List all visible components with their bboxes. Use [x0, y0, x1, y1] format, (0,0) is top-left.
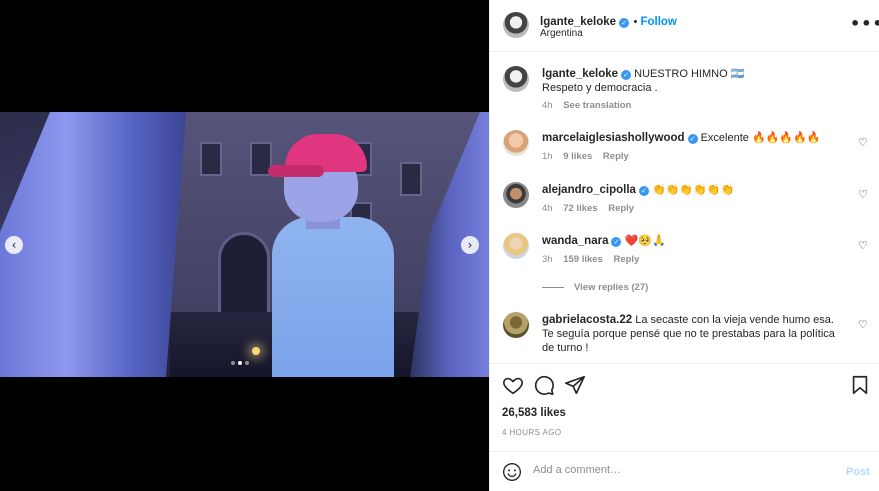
carousel-dot [245, 361, 249, 365]
photo-column-left [0, 112, 186, 377]
like-heart-icon[interactable] [502, 374, 524, 396]
comment-likes[interactable]: 72 likes [563, 203, 597, 214]
comment-avatar[interactable] [503, 233, 529, 259]
post-actions: 26,583 likes 4 HOURS AGO Post [490, 363, 879, 491]
comment-likes[interactable]: 9 likes [563, 151, 592, 162]
emoji-icon[interactable] [502, 462, 522, 482]
view-replies-line [542, 287, 564, 288]
caption-text-line2: Respeto y democracia . [542, 82, 658, 94]
caption-username[interactable]: lgante_keloke [542, 68, 618, 80]
comment-time[interactable]: 1h [542, 151, 553, 162]
verified-badge-icon: ✓ [611, 237, 622, 247]
comment-item: wanda_nara ✓ ❤️🥺🙏 3h 159 likes Reply ♡ Vi… [490, 231, 879, 297]
author-username[interactable]: lgante_keloke [540, 16, 616, 28]
view-replies[interactable]: View replies (27) [542, 282, 648, 293]
post-timestamp[interactable]: 4 HOURS AGO [502, 428, 562, 437]
street-lamp [252, 347, 260, 355]
post-location[interactable]: Argentina [540, 28, 583, 39]
comment-time[interactable]: 4h [542, 203, 553, 214]
comment-item: marcelaiglesiashollywood ✓ Excelente 🔥🔥🔥🔥… [490, 128, 879, 168]
carousel-dot-active [238, 361, 242, 365]
comment-reply-button[interactable]: Reply [613, 254, 639, 265]
verified-badge-icon: ✓ [687, 134, 698, 144]
carousel-prev-button[interactable]: ‹ [5, 236, 23, 254]
comment-username[interactable]: alejandro_cipolla [542, 184, 636, 196]
photo-person-cap-brim [268, 165, 324, 177]
comment-bubble-icon[interactable] [533, 374, 555, 396]
photo-person-body [272, 217, 394, 377]
carousel-dots [231, 361, 249, 365]
view-replies-button[interactable]: View replies (27) [574, 282, 648, 293]
caption-text-line1: NUESTRO HIMNO 🇦🇷 [634, 68, 745, 80]
add-comment-bar: Post [490, 451, 879, 491]
comment-text: 👏👏👏👏👏👏 [652, 184, 735, 196]
more-options-icon[interactable]: ••• [850, 14, 879, 33]
comment-item: gabrielacosta.22 La secaste con la vieja… [490, 310, 879, 360]
like-comment-heart-icon[interactable]: ♡ [858, 318, 868, 331]
carousel-next-button[interactable]: › [461, 236, 479, 254]
comment-avatar[interactable] [503, 312, 529, 338]
follow-button[interactable]: Follow [640, 16, 676, 28]
comment-username[interactable]: marcelaiglesiashollywood [542, 132, 685, 144]
comment-reply-button[interactable]: Reply [608, 203, 634, 214]
caption-avatar[interactable] [503, 66, 529, 92]
carousel-dot [231, 361, 235, 365]
like-comment-heart-icon[interactable]: ♡ [858, 136, 868, 149]
comment-time[interactable]: 3h [542, 254, 553, 265]
comment-item: alejandro_cipolla ✓ 👏👏👏👏👏👏 4h 72 likes Re… [490, 180, 879, 220]
comment-username[interactable]: gabrielacosta.22 [542, 314, 632, 326]
comment-username[interactable]: wanda_nara [542, 235, 608, 247]
post-header: lgante_keloke✓ • Follow Argentina ••• [490, 0, 879, 52]
comment-avatar[interactable] [503, 130, 529, 156]
comment-text: ❤️🥺🙏 [624, 235, 666, 247]
author-avatar[interactable] [503, 12, 529, 38]
comment-input[interactable] [533, 464, 833, 476]
comment-text: Excelente 🔥🔥🔥🔥🔥 [700, 132, 821, 144]
comment-avatar[interactable] [503, 182, 529, 208]
comment-reply-button[interactable]: Reply [603, 151, 629, 162]
caption-time[interactable]: 4h [542, 100, 553, 111]
post-panel: lgante_keloke✓ • Follow Argentina ••• lg… [489, 0, 879, 491]
post-likes-count[interactable]: 26,583 likes [502, 407, 566, 419]
like-comment-heart-icon[interactable]: ♡ [858, 239, 868, 252]
save-bookmark-icon[interactable] [849, 374, 871, 396]
share-paper-plane-icon[interactable] [564, 374, 586, 396]
post-photo[interactable] [0, 112, 489, 377]
verified-badge-icon: ✓ [619, 18, 630, 28]
comment-likes[interactable]: 159 likes [563, 254, 603, 265]
verified-badge-icon: ✓ [638, 186, 649, 196]
post-comment-button[interactable]: Post [846, 466, 870, 478]
see-translation-link[interactable]: See translation [563, 100, 631, 111]
like-comment-heart-icon[interactable]: ♡ [858, 188, 868, 201]
post-media: ‹ › [0, 0, 489, 491]
verified-badge-icon: ✓ [621, 70, 632, 80]
